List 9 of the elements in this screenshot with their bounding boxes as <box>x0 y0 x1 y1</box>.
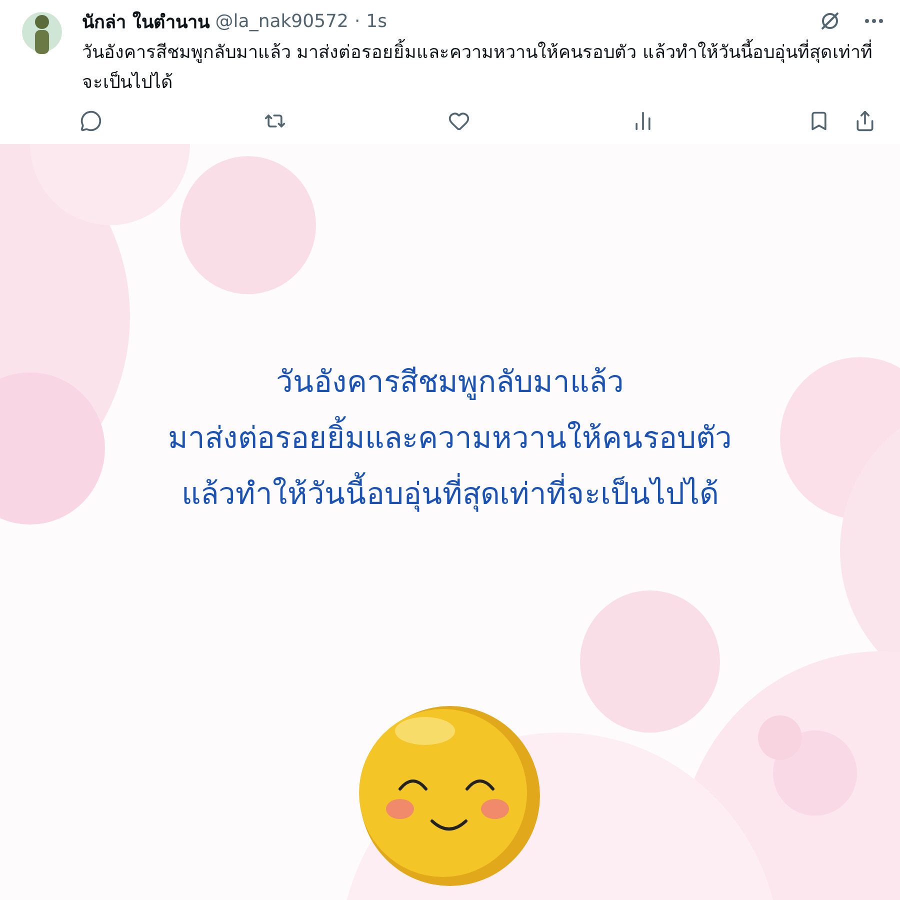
separator: · <box>354 10 360 32</box>
image-caption-line: มาส่งต่อรอยยิ้มและความหวานให้คนรอบตัว <box>168 415 732 463</box>
post-image[interactable]: วันอังคารสีชมพูกลับมาแล้ว มาส่งต่อรอยยิ้มและความหวานให้คนรอบตัว แล้วทำให้วันนี้อบอุ่นที่สุดเท่าที่จะเป็นไปได้ <box>0 144 900 900</box>
image-caption-line: วันอังคารสีชมพูกลับมาแล้ว <box>276 364 624 402</box>
post-text: วันอังคารสีชมพูกลับมาแล้ว มาส่งต่อรอยยิ้มและความหวานให้คนรอบตัว แล้วทำให้วันนี้อบอุ่นที่สุดเท่าที่จะเป็นไปได้ <box>82 38 886 98</box>
user-handle[interactable]: @la_nak90572 <box>215 10 348 32</box>
post-time[interactable]: 1s <box>366 10 388 32</box>
display-name[interactable]: นักล่า ในตำนาน <box>82 6 210 36</box>
image-caption-line: แล้วทำให้วันนี้อบอุ่นที่สุดเท่าที่จะเป็นไปได้ <box>182 471 718 519</box>
